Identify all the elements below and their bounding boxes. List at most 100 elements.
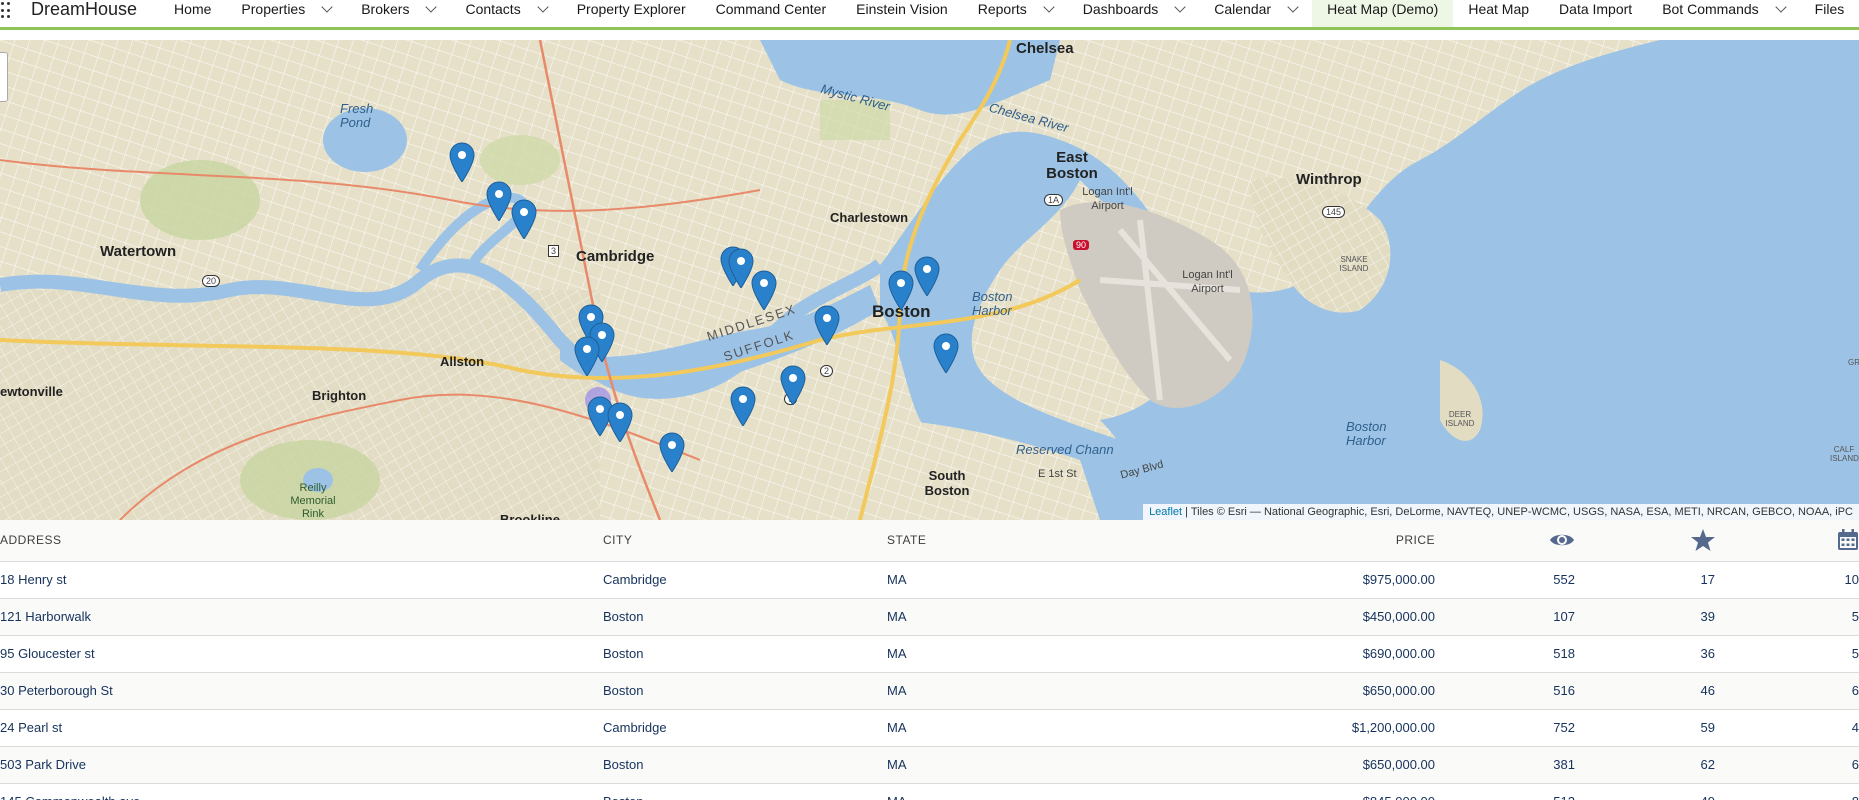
row-address[interactable]: 503 Park Drive xyxy=(0,746,603,784)
zoom-control[interactable] xyxy=(0,52,8,102)
row-price: $450,000.00 xyxy=(1187,598,1435,636)
map-label-winthrop: Winthrop xyxy=(1296,171,1362,188)
nav-item-calendar[interactable]: Calendar xyxy=(1199,0,1312,27)
header-address[interactable]: ADDRESS xyxy=(0,520,603,562)
map-label-snake-island: SNAKE ISLAND xyxy=(1339,255,1369,273)
row-favorites: 17 xyxy=(1575,561,1715,599)
map-label-deer-island: DEER ISLAND xyxy=(1445,410,1475,428)
nav-item-property-explorer[interactable]: Property Explorer xyxy=(562,0,701,27)
nav-item-label: Command Center xyxy=(715,1,827,17)
row-address[interactable]: 95 Gloucester st xyxy=(0,635,603,673)
leaflet-link[interactable]: Leaflet xyxy=(1149,506,1182,518)
map-marker-icon[interactable] xyxy=(914,256,940,296)
nav-item-brokers[interactable]: Brokers xyxy=(346,0,450,27)
header-favorites[interactable] xyxy=(1575,520,1715,562)
chevron-down-icon[interactable] xyxy=(537,1,549,13)
nav-item-dashboards[interactable]: Dashboards xyxy=(1068,0,1200,27)
row-state: MA xyxy=(887,561,1187,599)
table-row[interactable]: 18 Henry st Cambridge MA $975,000.00 552 17 10 xyxy=(0,561,1859,599)
nav-item-einstein-vision[interactable]: Einstein Vision xyxy=(841,0,963,27)
property-table: ADDRESS CITY STATE PRICE 18 Henry st Cam… xyxy=(0,520,1859,800)
row-city: Boston xyxy=(603,635,887,673)
map-label-reserved-channel: Reserved Chann xyxy=(1016,442,1114,457)
header-city[interactable]: CITY xyxy=(603,520,887,562)
table-row[interactable]: 503 Park Drive Boston MA $650,000.00 381 62 6 xyxy=(0,746,1859,784)
row-address[interactable]: 18 Henry st xyxy=(0,561,603,599)
map-label-logan-airport-2: Logan Int'l Airport xyxy=(1182,269,1233,295)
nav-item-files[interactable]: Files xyxy=(1800,0,1859,27)
header-state[interactable]: STATE xyxy=(887,520,1187,562)
header-views[interactable] xyxy=(1435,520,1575,562)
map-marker-icon[interactable] xyxy=(449,142,475,182)
chevron-down-icon[interactable] xyxy=(1174,1,1186,13)
chevron-down-icon[interactable] xyxy=(425,1,438,13)
map-marker-icon[interactable] xyxy=(486,181,512,221)
map-label-boston-harbor-2: Boston Harbor xyxy=(1346,419,1387,448)
map-marker-icon[interactable] xyxy=(888,270,914,310)
chevron-down-icon[interactable] xyxy=(1775,1,1787,13)
header-days[interactable] xyxy=(1715,520,1859,562)
row-price: $1,200,000.00 xyxy=(1187,709,1435,747)
nav-item-heat-map-demo[interactable]: Heat Map (Demo) xyxy=(1312,0,1454,27)
nav-item-home[interactable]: Home xyxy=(159,0,226,27)
chevron-down-icon[interactable] xyxy=(1043,1,1055,13)
row-address[interactable]: 145 Commonwealth ave xyxy=(0,783,603,800)
calendar-icon xyxy=(1838,529,1858,551)
row-days: 5 xyxy=(1715,635,1859,673)
map-marker-icon[interactable] xyxy=(574,336,600,376)
map-marker-icon[interactable] xyxy=(814,305,840,345)
row-address[interactable]: 30 Peterborough St xyxy=(0,672,603,710)
heat-map[interactable]: Chelsea Fresh Pond Mystic River Chelsea … xyxy=(0,40,1859,520)
nav-item-label: Files xyxy=(1814,1,1845,17)
row-favorites: 49 xyxy=(1575,783,1715,800)
nav-item-label: Einstein Vision xyxy=(856,1,948,17)
chevron-down-icon[interactable] xyxy=(1287,1,1299,13)
row-days: 4 xyxy=(1715,709,1859,747)
map-marker-icon[interactable] xyxy=(933,333,959,373)
map-marker-icon[interactable] xyxy=(780,365,806,405)
map-marker-icon[interactable] xyxy=(511,199,537,239)
row-address[interactable]: 24 Pearl st xyxy=(0,709,603,747)
nav-item-bot-commands[interactable]: Bot Commands xyxy=(1647,0,1799,27)
map-marker-icon[interactable] xyxy=(751,270,777,310)
chevron-down-icon[interactable] xyxy=(321,1,333,13)
row-state: MA xyxy=(887,635,1187,673)
row-views: 518 xyxy=(1435,635,1575,673)
nav-item-data-import[interactable]: Data Import xyxy=(1544,0,1647,27)
nav-items: Home Properties Brokers Contacts Property Ex… xyxy=(159,0,1859,27)
app-launcher-icon[interactable] xyxy=(0,2,11,20)
map-marker-icon[interactable] xyxy=(607,402,633,442)
row-state: MA xyxy=(887,672,1187,710)
table-row[interactable]: 121 Harborwalk Boston MA $450,000.00 107 39 5 xyxy=(0,598,1859,636)
nav-item-properties[interactable]: Properties xyxy=(226,0,346,27)
nav-item-contacts[interactable]: Contacts xyxy=(450,0,561,27)
route-shield-3: 3 xyxy=(548,245,560,257)
table-row[interactable]: 24 Pearl st Cambridge MA $1,200,000.00 752 59… xyxy=(0,709,1859,747)
row-address[interactable]: 121 Harborwalk xyxy=(0,598,603,636)
app-nav-bar: DreamHouse Home Properties Brokers Contacts… xyxy=(0,0,1859,30)
table-row[interactable]: 30 Peterborough St Boston MA $650,000.00 516… xyxy=(0,672,1859,710)
row-price: $690,000.00 xyxy=(1187,635,1435,673)
route-shield-1a: 1A xyxy=(1044,194,1064,206)
row-days: 6 xyxy=(1715,746,1859,784)
nav-item-label: Contacts xyxy=(465,1,521,17)
row-city: Boston xyxy=(603,783,887,800)
nav-item-command-center[interactable]: Command Center xyxy=(701,0,842,27)
row-state: MA xyxy=(887,746,1187,784)
map-attribution: Leaflet | Tiles © Esri — National Geogra… xyxy=(1143,504,1859,520)
route-shield-20: 20 xyxy=(202,275,221,287)
attribution-text: | Tiles © Esri — National Geographic, Es… xyxy=(1182,506,1853,518)
header-price[interactable]: PRICE xyxy=(1187,520,1435,562)
table-row[interactable]: 145 Commonwealth aveBostonMA$845,000.005… xyxy=(0,783,1859,800)
map-label-charlestown: Charlestown xyxy=(830,210,909,225)
table-row[interactable]: 95 Gloucester st Boston MA $690,000.00 518 36… xyxy=(0,635,1859,673)
route-shield-145: 145 xyxy=(1322,206,1346,218)
map-marker-icon[interactable] xyxy=(659,432,685,472)
nav-item-heat-map[interactable]: Heat Map xyxy=(1453,0,1544,27)
map-label-brighton: Brighton xyxy=(312,388,367,403)
row-views: 512 xyxy=(1435,783,1575,800)
map-marker-icon[interactable] xyxy=(730,386,756,426)
row-favorites: 36 xyxy=(1575,635,1715,673)
eye-icon xyxy=(1550,535,1574,546)
nav-item-reports[interactable]: Reports xyxy=(963,0,1068,27)
